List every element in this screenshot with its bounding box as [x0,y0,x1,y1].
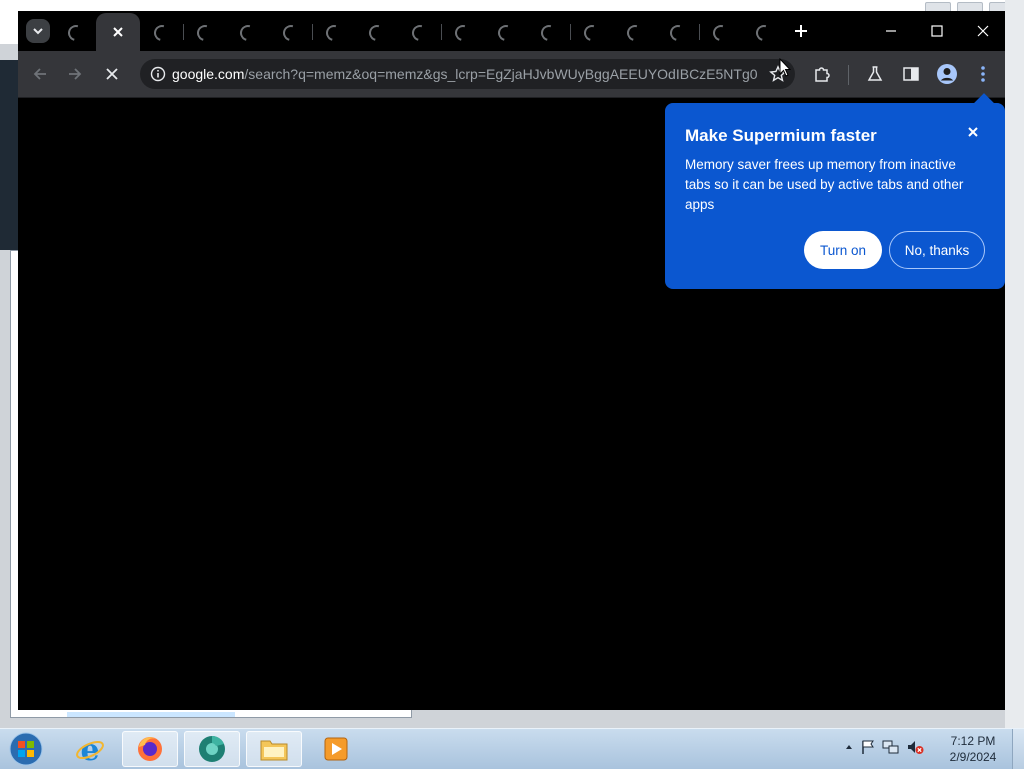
windows-logo-icon [9,732,43,766]
mouse-cursor-icon [779,58,791,77]
taskbar-file-explorer[interactable] [246,731,302,767]
site-info-button[interactable] [144,66,172,82]
flag-icon[interactable] [860,739,876,755]
loading-tab[interactable] [151,22,173,44]
side-panel-button[interactable] [899,62,923,86]
svg-text:e: e [80,734,99,764]
minimize-button[interactable] [879,19,903,43]
promo-close-button[interactable] [967,125,983,141]
loading-tab[interactable] [237,22,259,44]
start-button[interactable] [6,730,46,768]
forward-button[interactable] [63,62,87,86]
profile-button[interactable] [935,62,959,86]
stop-loading-button[interactable] [100,62,124,86]
tab-separator [570,24,571,40]
close-icon [977,25,989,37]
clock-time: 7:12 PM [950,734,996,748]
taskbar-clock[interactable]: 7:12 PM 2/9/2024 [942,733,1004,765]
loading-tab[interactable] [280,22,302,44]
loading-tab[interactable] [194,22,216,44]
taskbar: e 7:12 PM 2/9/2024 [0,728,1024,769]
clock-date: 2/9/2024 [949,750,997,764]
close-icon [968,127,978,137]
minimize-icon [886,30,896,32]
show-desktop-button[interactable] [1012,729,1024,769]
address-host: google.com [172,66,245,82]
side-panel-icon [903,67,919,81]
loading-tab[interactable] [409,22,431,44]
close-window-button[interactable] [971,19,995,43]
arrow-right-icon [69,68,82,80]
taskbar-internet-explorer[interactable]: e [62,731,118,767]
plus-icon [795,25,807,37]
tab-strip [18,11,1005,51]
chevron-up-icon[interactable] [844,742,854,752]
tab-separator [312,24,313,40]
file-explorer-icon [260,740,288,761]
taskbar-supermium[interactable] [184,731,240,767]
active-tab[interactable] [96,13,140,51]
browser-toolbar: google.com/search?q=memz&oq=memz&gs_lcrp… [18,51,1005,98]
loading-tab[interactable] [495,22,517,44]
media-player-icon [324,737,348,761]
tab-separator [183,24,184,40]
loading-tab[interactable] [710,22,732,44]
background-window-edge-right [1005,0,1024,730]
network-icon[interactable] [882,739,900,755]
loading-tab[interactable] [538,22,560,44]
loading-tab[interactable] [581,22,603,44]
loading-tab[interactable] [452,22,474,44]
address-text[interactable]: google.com/search?q=memz&oq=memz&gs_lcrp… [172,66,757,82]
flask-icon [867,66,883,81]
chevron-down-icon [33,28,43,35]
toolbar-separator [848,65,849,85]
taskbar-firefox[interactable] [122,731,178,767]
firefox-icon [138,737,162,761]
extensions-button[interactable] [810,62,834,86]
kebab-menu-icon [981,66,985,82]
internet-explorer-icon: e [76,734,104,764]
loading-tab[interactable] [366,22,388,44]
background-window-edge [0,60,18,250]
browser-menu-button[interactable] [971,62,995,86]
address-bar[interactable]: google.com/search?q=memz&oq=memz&gs_lcrp… [140,59,795,89]
loading-tab[interactable] [753,22,775,44]
loading-tab[interactable] [624,22,646,44]
info-icon [150,66,166,82]
taskbar-media-player[interactable] [308,731,364,767]
loading-tab[interactable] [65,22,87,44]
tab-search-button[interactable] [26,19,50,43]
no-thanks-button[interactable]: No, thanks [889,231,985,269]
avatar-icon [937,64,957,84]
tab-separator [441,24,442,40]
close-icon [106,68,118,80]
arrow-left-icon [33,68,46,80]
supermium-icon [199,736,225,762]
puzzle-icon [815,67,830,82]
promo-title: Make Supermium faster [685,126,877,145]
close-icon[interactable] [112,26,124,38]
turn-on-button[interactable]: Turn on [804,231,882,269]
system-tray [844,739,924,755]
labs-button[interactable] [863,62,887,86]
maximize-button[interactable] [925,19,949,43]
maximize-icon [931,25,943,37]
promo-body: Memory saver frees up memory from inacti… [685,157,964,212]
loading-tab[interactable] [667,22,689,44]
back-button[interactable] [28,62,52,86]
volume-muted-icon[interactable] [906,739,924,755]
new-tab-button[interactable] [791,21,811,41]
address-path: /search?q=memz&oq=memz&gs_lcrp=EgZjaHJvb… [244,66,757,82]
tab-separator [699,24,700,40]
memory-saver-promo: Make Supermium faster Memory saver frees… [665,93,1005,289]
loading-tab[interactable] [323,22,345,44]
